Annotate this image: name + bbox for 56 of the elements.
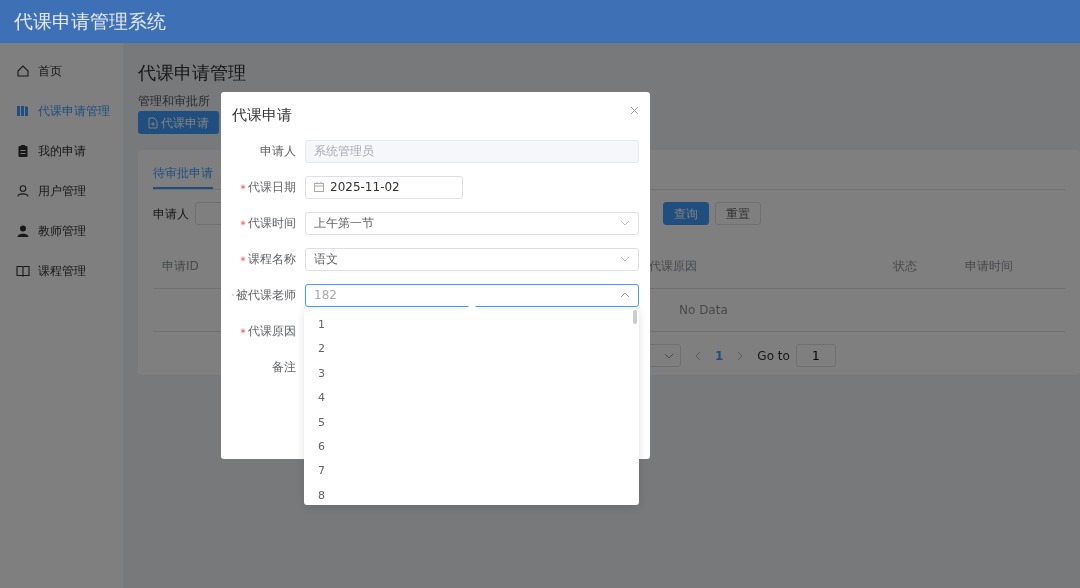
page-title: 代课申请管理 bbox=[138, 61, 247, 85]
dropdown-option[interactable]: 3 bbox=[304, 361, 639, 387]
required-icon bbox=[240, 256, 246, 262]
dropdown-option[interactable]: 8 bbox=[304, 483, 639, 505]
sidebar-item[interactable]: 课程管理 bbox=[0, 251, 123, 291]
chevron-left-icon[interactable] bbox=[695, 350, 701, 361]
sidebar-item[interactable]: 首页 bbox=[0, 51, 123, 91]
calendar-icon bbox=[314, 182, 324, 192]
dropdown-option[interactable]: 6 bbox=[304, 434, 639, 460]
date-value: 2025-11-02 bbox=[330, 179, 400, 196]
dropdown-option[interactable]: 1 bbox=[304, 313, 639, 338]
field-label: 代课日期 bbox=[248, 179, 296, 196]
select-value: 上午第一节 bbox=[314, 215, 374, 232]
required-icon bbox=[240, 220, 246, 226]
goto-field[interactable]: 1 bbox=[795, 344, 836, 367]
goto-label: Go to bbox=[757, 347, 790, 365]
chevron-down-icon bbox=[620, 220, 630, 226]
applicant-field: 系统管理员 bbox=[305, 139, 639, 163]
select-field[interactable]: 语文 bbox=[305, 247, 639, 271]
chevron-down-icon bbox=[664, 352, 674, 359]
required-icon bbox=[240, 184, 246, 190]
field-label: 备注 bbox=[272, 359, 296, 376]
field-label: 被代课老师 bbox=[236, 287, 296, 304]
required-icon bbox=[240, 328, 246, 334]
chevron-up-icon bbox=[620, 292, 630, 298]
document-icon bbox=[148, 116, 158, 129]
home-icon bbox=[16, 64, 30, 78]
date-field[interactable]: 2025-11-02 bbox=[305, 175, 463, 199]
field-label: 课程名称 bbox=[248, 251, 296, 268]
dropdown-option[interactable]: 7 bbox=[304, 459, 639, 484]
field-label: 代课时间 bbox=[248, 215, 296, 232]
filter-label: 申请人 bbox=[153, 205, 189, 223]
field-label: 代课原因 bbox=[248, 323, 296, 340]
dropdown-option[interactable]: 4 bbox=[304, 386, 639, 411]
dialog-title: 代课申请 bbox=[232, 105, 292, 126]
reset-button[interactable]: 重置 bbox=[715, 202, 761, 225]
sidebar-item[interactable]: 用户管理 bbox=[0, 171, 123, 211]
scrollbar-thumb[interactable] bbox=[633, 310, 637, 324]
dropdown-option[interactable]: 2 bbox=[304, 337, 639, 362]
sidebar-item[interactable]: 我的申请 bbox=[0, 131, 123, 171]
sidebar-item[interactable]: 教师管理 bbox=[0, 211, 123, 251]
clipboard-icon bbox=[16, 144, 30, 158]
field-label: 申请人 bbox=[260, 143, 296, 160]
page-subtitle: 管理和审批所 bbox=[138, 93, 211, 110]
open-book-icon bbox=[16, 264, 30, 278]
user-icon bbox=[16, 224, 30, 238]
chevron-right-icon[interactable] bbox=[737, 350, 744, 361]
select-value: 语文 bbox=[314, 251, 338, 268]
book-icon bbox=[16, 104, 30, 118]
chevron-down-icon bbox=[620, 256, 630, 262]
select-field[interactable]: 上午第一节 bbox=[305, 211, 639, 235]
close-icon[interactable] bbox=[630, 106, 639, 115]
dropdown-option[interactable]: 5 bbox=[304, 410, 639, 435]
user-icon bbox=[16, 184, 30, 198]
select-placeholder: 182 bbox=[314, 287, 337, 304]
app-title: 代课申请管理系统 bbox=[14, 9, 166, 35]
